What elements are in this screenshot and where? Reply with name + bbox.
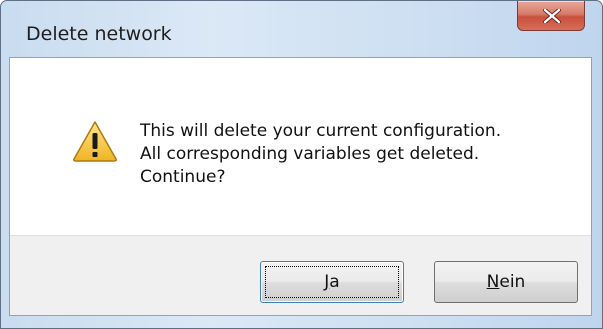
- title-bar[interactable]: Delete network: [1, 1, 602, 57]
- message-line: All corresponding variables get deleted.: [140, 144, 480, 164]
- no-button[interactable]: Nein: [434, 261, 578, 303]
- no-button-label: Nein: [486, 272, 526, 292]
- yes-button-label: Ja: [324, 272, 340, 292]
- message-line: Continue?: [140, 167, 226, 187]
- dialog-body: This will delete your current configurat…: [9, 57, 592, 316]
- warning-icon: [73, 121, 117, 162]
- message-text: This will delete your current configurat…: [140, 120, 501, 189]
- close-icon: [543, 9, 561, 23]
- window-title: Delete network: [26, 23, 172, 45]
- message-line: This will delete your current configurat…: [140, 121, 502, 141]
- message-area: This will delete your current configurat…: [10, 58, 591, 235]
- button-bar: Ja Nein: [10, 235, 591, 315]
- dialog-window: Delete network This will delete your cur…: [0, 0, 603, 329]
- yes-button[interactable]: Ja: [260, 261, 404, 303]
- close-button[interactable]: [517, 1, 585, 31]
